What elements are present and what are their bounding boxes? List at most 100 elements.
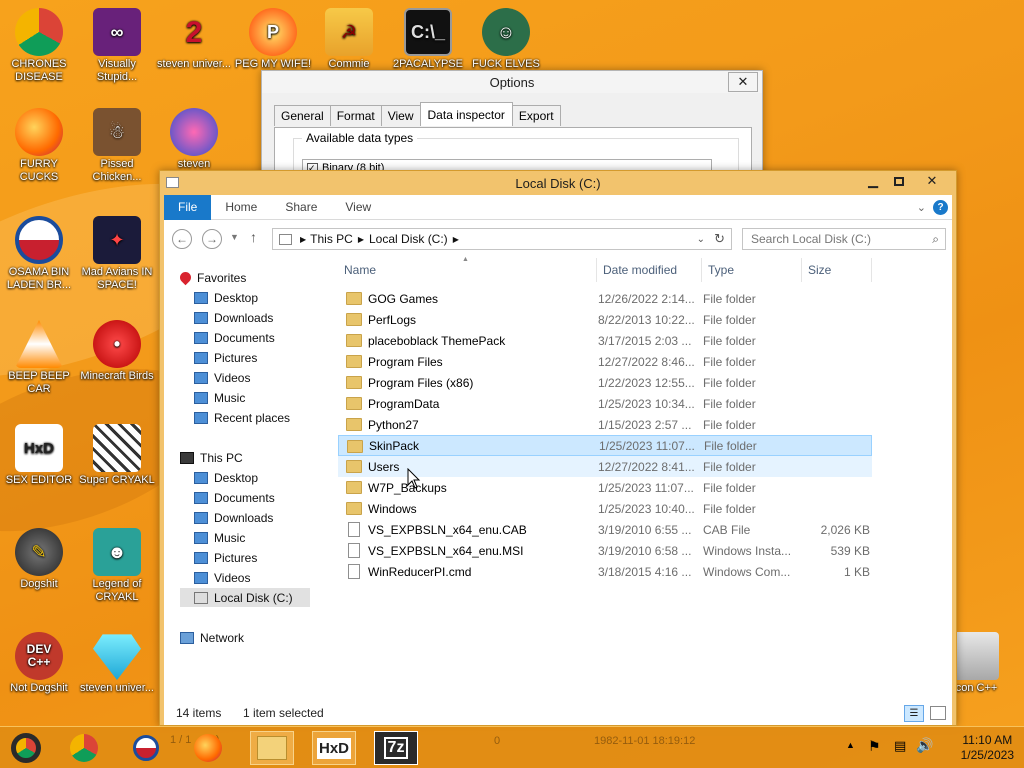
- file-row[interactable]: VS_EXPBSLN_x64_enu.MSI 3/19/2010 6:58 ...…: [338, 540, 872, 561]
- breadcrumb-this-pc[interactable]: This PC: [310, 232, 353, 246]
- desktop-icon[interactable]: BEEP BEEP CAR: [0, 320, 78, 396]
- file-type: File folder: [703, 291, 756, 306]
- desktop-icon[interactable]: ☺ FUCK ELVES: [467, 8, 545, 71]
- column-type[interactable]: Type: [702, 258, 802, 282]
- nav-item[interactable]: Desktop: [194, 288, 258, 307]
- folder-icon: [346, 481, 362, 494]
- taskbar-7zip[interactable]: 7z: [374, 731, 418, 765]
- options-tab-data-inspector[interactable]: Data inspector: [419, 102, 513, 126]
- close-button[interactable]: ✕: [910, 171, 954, 191]
- clock[interactable]: 11:10 AM 1/25/2023: [961, 733, 1014, 763]
- file-row[interactable]: ProgramData 1/25/2023 10:34... File folder: [338, 393, 872, 414]
- desktop-icon[interactable]: ∞ Visually Stupid...: [78, 8, 156, 84]
- breadcrumb-chevron-icon[interactable]: ▶: [453, 235, 459, 244]
- nav-item[interactable]: Desktop: [194, 468, 258, 487]
- forward-button[interactable]: →: [202, 229, 222, 249]
- nav-item[interactable]: Videos: [194, 568, 250, 587]
- column-name[interactable]: Name: [338, 258, 597, 282]
- file-row[interactable]: VS_EXPBSLN_x64_enu.CAB 3/19/2010 6:55 ...…: [338, 519, 872, 540]
- desktop-icon[interactable]: DEV C++ Not Dogshit: [0, 632, 78, 695]
- start-button[interactable]: [6, 731, 46, 765]
- maximize-button[interactable]: [886, 171, 912, 191]
- desktop-icon[interactable]: CHRONES DISEASE: [0, 8, 78, 84]
- desktop-icon[interactable]: C:\_ 2PACALYPSE: [389, 8, 467, 71]
- nav-item[interactable]: Downloads: [194, 508, 273, 527]
- file-row[interactable]: Program Files 12/27/2022 8:46... File fold…: [338, 351, 872, 372]
- file-row[interactable]: placeboblack ThemePack 3/17/2015 2:03 ...…: [338, 330, 872, 351]
- taskbar-obama[interactable]: [126, 731, 166, 765]
- nav-item[interactable]: Documents: [194, 488, 275, 507]
- desktop-icon[interactable]: FURRY CUCKS: [0, 108, 78, 184]
- action-center-flag-icon[interactable]: ⚑: [868, 738, 881, 755]
- back-button[interactable]: ←: [172, 229, 192, 249]
- desktop-icon[interactable]: ☭ Commie: [310, 8, 388, 71]
- large-icons-view-button[interactable]: [930, 706, 946, 720]
- desktop-icon[interactable]: 2 steven univer...: [155, 8, 233, 71]
- tray-expand-icon[interactable]: ▲: [846, 740, 855, 750]
- nav-item[interactable]: Downloads: [194, 308, 273, 327]
- file-date: 1/25/2023 10:40...: [598, 501, 695, 516]
- ribbon-expand-icon[interactable]: ⌄: [917, 201, 926, 214]
- file-row[interactable]: WinReducerPI.cmd 3/18/2015 4:16 ... Window…: [338, 561, 872, 582]
- nav-item[interactable]: Pictures: [194, 548, 257, 567]
- taskbar-chrome[interactable]: [64, 731, 104, 765]
- nav-item[interactable]: Recent places: [194, 408, 290, 427]
- file-row[interactable]: GOG Games 12/26/2022 2:14... File folder: [338, 288, 872, 309]
- refresh-icon[interactable]: ↻: [714, 231, 725, 247]
- desktop-icon[interactable]: Super CRYAKL: [78, 424, 156, 487]
- desktop-icon[interactable]: • Minecraft Birds: [78, 320, 156, 383]
- ribbon-tab-file[interactable]: File: [164, 194, 212, 220]
- options-tab-view[interactable]: View: [380, 105, 421, 126]
- file-row[interactable]: Python27 1/15/2023 2:57 ... File folder: [338, 414, 872, 435]
- network-icon[interactable]: ▤: [894, 738, 906, 754]
- ribbon-tab-view[interactable]: View: [331, 195, 385, 220]
- nav-item[interactable]: Favorites: [177, 268, 246, 287]
- desktop-icon[interactable]: steven univer...: [78, 632, 156, 695]
- help-icon[interactable]: ?: [933, 199, 948, 215]
- file-row[interactable]: Program Files (x86) 1/22/2023 12:55... Fil…: [338, 372, 872, 393]
- desktop-icon[interactable]: HxD SEX EDITOR: [0, 424, 78, 487]
- desktop-icon[interactable]: OSAMA BIN LADEN BR...: [0, 216, 78, 292]
- search-input[interactable]: Search Local Disk (C:) ⌕: [742, 228, 946, 250]
- breadcrumb-chevron-icon[interactable]: ▶: [358, 235, 364, 244]
- options-tab-format[interactable]: Format: [329, 105, 382, 126]
- options-close-button[interactable]: ✕: [728, 72, 758, 92]
- details-view-button[interactable]: ☰: [904, 705, 924, 722]
- volume-icon[interactable]: 🔊: [916, 737, 933, 754]
- nav-item[interactable]: Network: [180, 628, 244, 647]
- up-arrow-icon[interactable]: ↑: [250, 229, 257, 245]
- search-icon[interactable]: ⌕: [932, 232, 939, 247]
- desktop-icon[interactable]: ☃ Pissed Chicken...: [78, 108, 156, 184]
- nav-item[interactable]: Local Disk (C:): [180, 588, 310, 607]
- desktop-icon[interactable]: steven: [155, 108, 233, 171]
- column-size[interactable]: Size: [802, 258, 872, 282]
- options-tab-general[interactable]: General: [274, 105, 331, 126]
- desktop-icon[interactable]: P PEG MY WIFE!: [234, 8, 312, 71]
- breadcrumb-chevron-icon[interactable]: ▶: [300, 235, 306, 244]
- options-tab-export[interactable]: Export: [511, 105, 561, 126]
- file-row[interactable]: PerfLogs 8/22/2013 10:22... File folder: [338, 309, 872, 330]
- nav-item[interactable]: Music: [194, 528, 245, 547]
- ribbon-tab-share[interactable]: Share: [271, 195, 331, 220]
- recent-locations-icon[interactable]: ▼: [230, 232, 239, 242]
- file-name: PerfLogs: [368, 312, 417, 327]
- nav-item[interactable]: Pictures: [194, 348, 257, 367]
- minimize-button[interactable]: ▁: [860, 171, 886, 191]
- taskbar-hxd[interactable]: HxD: [312, 731, 356, 765]
- ribbon-tab-home[interactable]: Home: [211, 195, 271, 220]
- address-dropdown-icon[interactable]: ⌄: [697, 234, 705, 245]
- file-row[interactable]: SkinPack 1/25/2023 11:07... File folder: [338, 435, 872, 456]
- taskbar-file-explorer[interactable]: [250, 731, 294, 765]
- address-bar[interactable]: ▶ This PC ▶ Local Disk (C:) ▶ ⌄ ↻: [272, 228, 732, 250]
- desktop-icon[interactable]: ✦ Mad Avians IN SPACE!: [78, 216, 156, 292]
- taskbar-firefox[interactable]: [188, 731, 228, 765]
- nav-item[interactable]: Videos: [194, 368, 250, 387]
- desktop-icon[interactable]: ✎ Dogshit: [0, 528, 78, 591]
- file-row[interactable]: Windows 1/25/2023 10:40... File folder: [338, 498, 872, 519]
- nav-item[interactable]: Documents: [194, 328, 275, 347]
- nav-item[interactable]: This PC: [180, 448, 243, 467]
- desktop-icon[interactable]: ☻ Legend of CRYAKL: [78, 528, 156, 604]
- nav-item[interactable]: Music: [194, 388, 245, 407]
- column-date-modified[interactable]: Date modified: [597, 258, 702, 282]
- breadcrumb-local-disk[interactable]: Local Disk (C:): [369, 232, 448, 246]
